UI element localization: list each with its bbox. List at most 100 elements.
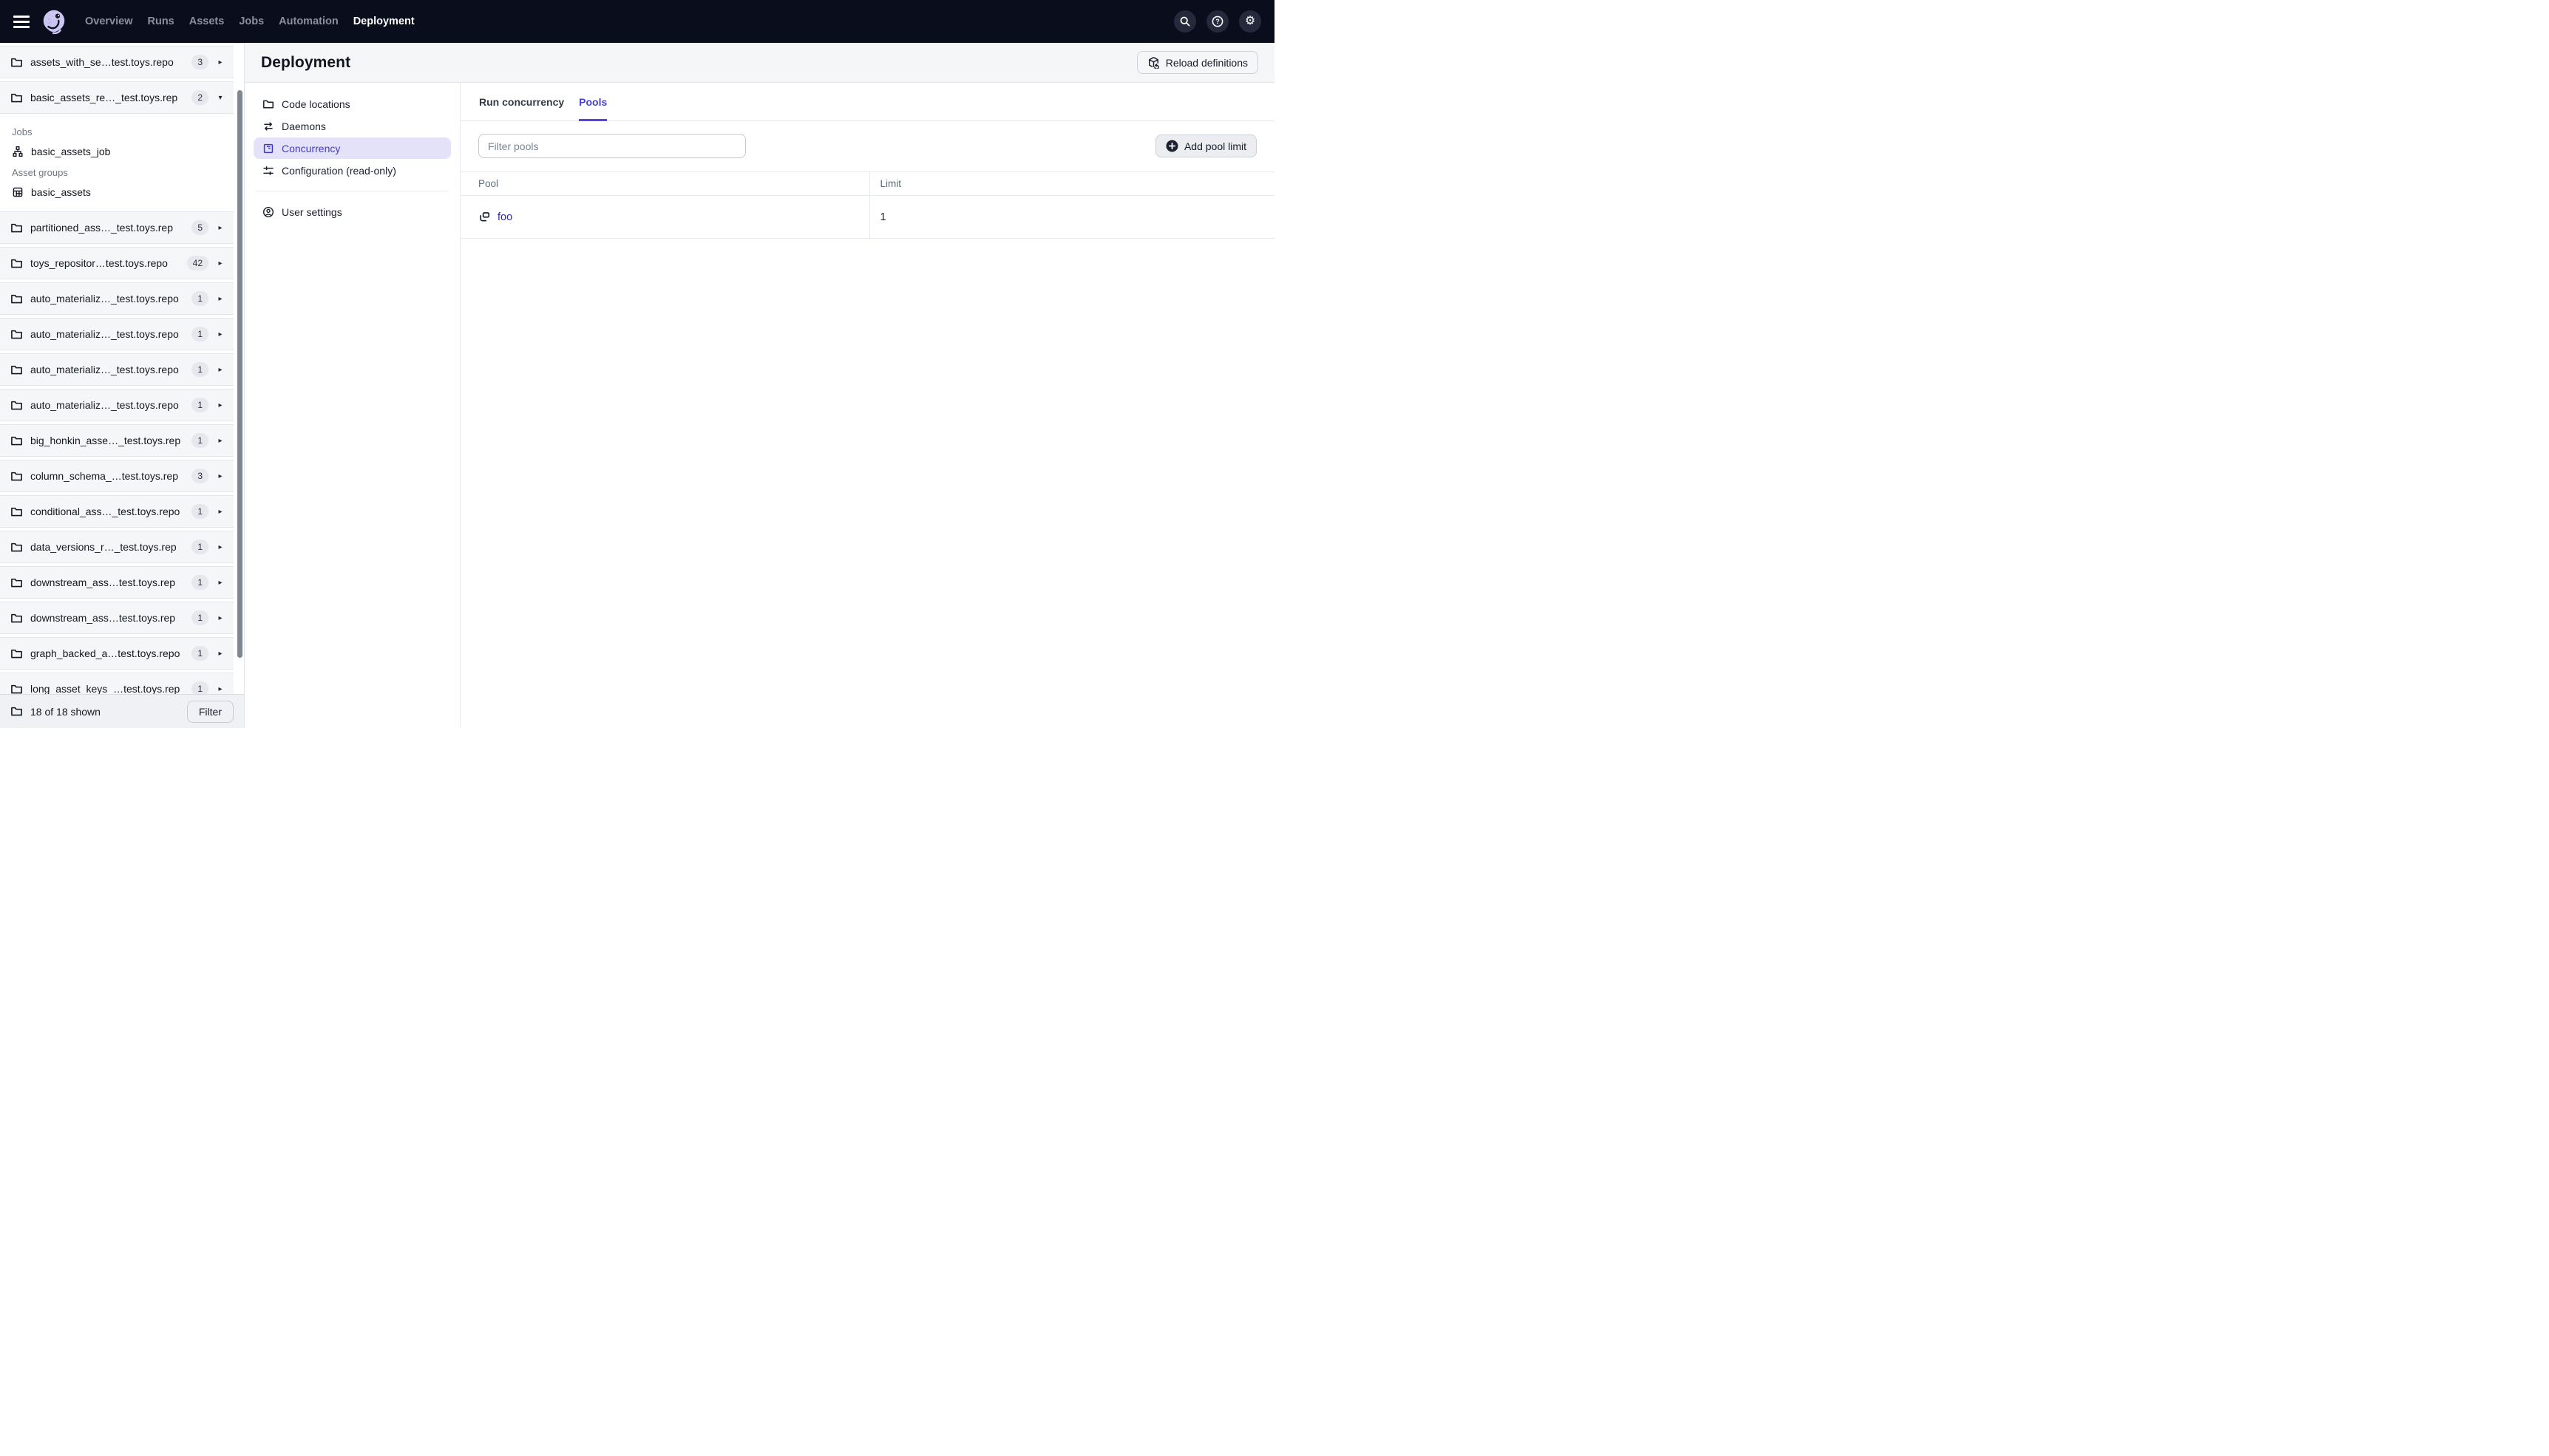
nav-item-configuration[interactable]: Configuration (read-only): [254, 160, 451, 181]
top-nav-link[interactable]: Automation: [272, 11, 345, 32]
repo-name: downstream_ass…test.toys.rep: [30, 612, 176, 624]
search-icon[interactable]: [1174, 10, 1196, 33]
repo-count-badge: 1: [191, 575, 208, 590]
pool-table-row: foo 1: [461, 195, 1274, 239]
folder-icon: [11, 507, 22, 516]
repo-list-top: assets_with_se…test.toys.repo 3 ▸ basic_…: [0, 46, 244, 114]
help-icon[interactable]: ?: [1206, 10, 1229, 33]
repo-row[interactable]: downstream_ass…test.toys.rep 1 ▸: [0, 602, 234, 634]
concurrency-pane: Run concurrency Pools Add pool limit: [461, 83, 1274, 728]
main-area: Deployment Reload definitions Code locat…: [244, 43, 1274, 728]
page-header: Deployment Reload definitions: [245, 43, 1274, 83]
nav-label: User settings: [282, 205, 342, 218]
settings-gear-icon[interactable]: ⚙: [1239, 10, 1261, 33]
tab-pools[interactable]: Pools: [579, 83, 608, 121]
repo-count-badge: 1: [191, 681, 208, 694]
asset-group-item[interactable]: basic_assets: [0, 182, 244, 203]
expand-chevron: ▸: [218, 613, 223, 622]
folder-icon: [11, 613, 22, 622]
asset-groups-list: basic_assets: [0, 182, 244, 203]
repo-row[interactable]: auto_materializ…_test.toys.repo 1 ▸: [0, 353, 234, 386]
folder-icon: [11, 684, 22, 693]
folder-icon: [11, 436, 22, 445]
limit-cell: 1: [869, 195, 1274, 239]
reload-cube-icon: [1148, 57, 1159, 69]
nav-item-daemons[interactable]: Daemons: [254, 115, 451, 137]
expand-chevron: ▸: [218, 542, 223, 551]
top-navigation-bar: Overview Runs Assets Jobs Automation Dep…: [0, 0, 1274, 43]
asset-group-icon: [13, 187, 23, 197]
nav-item-user-settings[interactable]: User settings: [254, 201, 451, 222]
hamburger-bar: [13, 15, 30, 18]
repo-count-badge: 1: [191, 398, 208, 412]
repo-row[interactable]: big_honkin_asse…_test.toys.rep 1 ▸: [0, 424, 234, 457]
repo-row[interactable]: column_schema_…test.toys.rep 3 ▸: [0, 460, 234, 492]
hamburger-menu-icon[interactable]: [13, 15, 30, 28]
page-title: Deployment: [261, 53, 351, 71]
pool-link[interactable]: foo: [498, 211, 512, 223]
repo-name: auto_materializ…_test.toys.repo: [30, 293, 179, 305]
deployment-content: Code locations Daemons Concurrency Confi…: [245, 83, 1274, 728]
repo-count-badge: 1: [191, 291, 208, 306]
expand-chevron: ▸: [218, 436, 223, 445]
folder-icon: [11, 259, 22, 268]
repo-count-badge: 3: [191, 469, 208, 483]
pools-table: Pool Limit foo 1: [461, 171, 1274, 239]
repo-name: toys_repositor…test.toys.repo: [30, 257, 168, 269]
configuration-sliders-icon: [263, 166, 274, 175]
repo-count-badge: 1: [191, 327, 208, 341]
hamburger-bar: [13, 25, 30, 28]
expand-chevron: ▸: [218, 223, 223, 232]
repo-count-badge: 1: [191, 504, 208, 519]
repo-name: graph_backed_a…test.toys.repo: [30, 647, 180, 659]
repo-row[interactable]: basic_assets_re…_test.toys.rep 2 ▾: [0, 81, 234, 114]
filter-button[interactable]: Filter: [186, 700, 234, 723]
expand-chevron: ▸: [218, 259, 223, 268]
expand-chevron: ▾: [218, 93, 223, 102]
repo-row[interactable]: toys_repositor…test.toys.repo 42 ▸: [0, 247, 234, 279]
repo-row[interactable]: assets_with_se…test.toys.repo 3 ▸: [0, 46, 234, 78]
topbar-icon-group: ? ⚙: [1174, 10, 1261, 33]
help-glyph: ?: [1212, 16, 1223, 27]
pool-column-header: Pool: [461, 171, 869, 196]
repo-row[interactable]: graph_backed_a…test.toys.repo 1 ▸: [0, 637, 234, 670]
repo-row[interactable]: data_versions_r…_test.toys.rep 1 ▸: [0, 531, 234, 563]
top-nav-links: Overview Runs Assets Jobs Automation Dep…: [78, 11, 421, 32]
filter-pools-input[interactable]: [478, 134, 746, 158]
nav-item-concurrency[interactable]: Concurrency: [254, 137, 451, 159]
pool-cell: foo: [478, 211, 852, 223]
top-nav-link[interactable]: Assets: [183, 11, 231, 32]
repo-name: assets_with_se…test.toys.repo: [30, 56, 174, 68]
repo-row[interactable]: auto_materializ…_test.toys.repo 1 ▸: [0, 282, 234, 315]
repo-row[interactable]: partitioned_ass…_test.toys.rep 5 ▸: [0, 211, 234, 244]
repo-row[interactable]: auto_materializ…_test.toys.repo 1 ▸: [0, 389, 234, 421]
sidebar-scrollbar-thumb[interactable]: [237, 90, 242, 658]
top-nav-link[interactable]: Overview: [78, 11, 140, 32]
repo-count-badge: 3: [191, 55, 208, 69]
expand-chevron: ▸: [218, 507, 223, 516]
nav-item-code-locations[interactable]: Code locations: [254, 93, 451, 115]
add-pool-limit-button[interactable]: Add pool limit: [1155, 135, 1257, 157]
repo-sidebar: assets_with_se…test.toys.repo 3 ▸ basic_…: [0, 43, 244, 728]
repo-row[interactable]: downstream_ass…test.toys.rep 1 ▸: [0, 566, 234, 599]
top-nav-link[interactable]: Runs: [141, 11, 181, 32]
job-item[interactable]: basic_assets_job: [0, 141, 244, 162]
jobs-list: basic_assets_job: [0, 141, 244, 162]
repo-name: auto_materializ…_test.toys.repo: [30, 364, 179, 375]
expand-chevron: ▸: [218, 294, 223, 303]
asset-groups-heading: Asset groups: [12, 167, 68, 178]
concurrency-icon: [263, 143, 274, 153]
repo-row[interactable]: long_asset_keys_…test.toys.rep 1 ▸: [0, 673, 234, 694]
jobs-heading: Jobs: [12, 126, 33, 137]
reload-definitions-button[interactable]: Reload definitions: [1136, 51, 1258, 74]
top-nav-link[interactable]: Jobs: [232, 11, 271, 32]
repo-name: basic_assets_re…_test.toys.rep: [30, 92, 178, 103]
folder-icon: [11, 649, 22, 658]
pool-stack-icon: [480, 212, 490, 222]
repo-row[interactable]: auto_materializ…_test.toys.repo 1 ▸: [0, 318, 234, 350]
deployment-settings-nav: Code locations Daemons Concurrency Confi…: [245, 83, 461, 728]
dagster-logo[interactable]: [40, 7, 68, 35]
repo-row[interactable]: conditional_ass…_test.toys.repo 1 ▸: [0, 495, 234, 528]
tab-run-concurrency[interactable]: Run concurrency: [479, 83, 564, 120]
top-nav-link[interactable]: Deployment: [347, 11, 421, 32]
